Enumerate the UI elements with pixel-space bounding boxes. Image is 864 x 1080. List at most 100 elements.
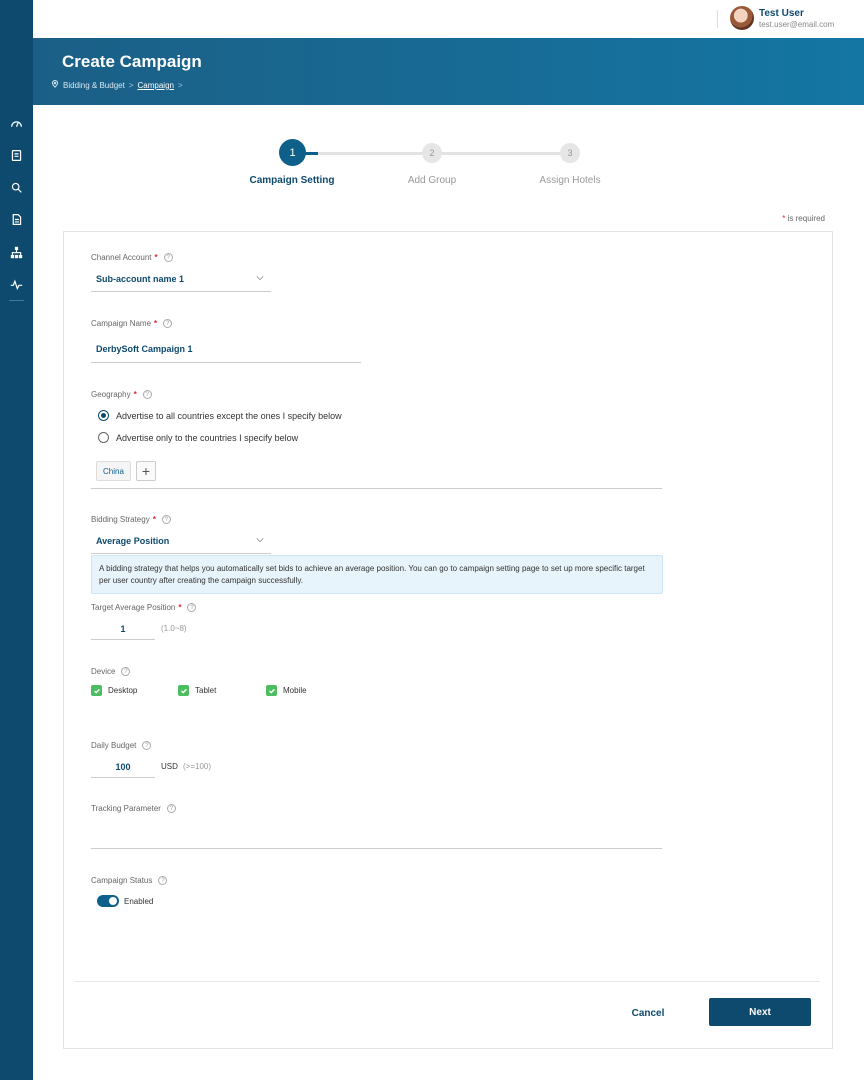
device-mobile-label: Mobile xyxy=(283,686,307,695)
next-button[interactable]: Next xyxy=(709,998,811,1026)
bidding-strategy-select[interactable]: Average Position xyxy=(91,530,271,554)
hierarchy-icon[interactable] xyxy=(9,245,24,260)
channel-account-label-text: Channel Account xyxy=(91,253,152,262)
help-icon[interactable]: ? xyxy=(187,603,197,612)
breadcrumb-item-campaign[interactable]: Campaign xyxy=(138,81,174,90)
top-bar: Test User test.user@email.com xyxy=(33,0,864,38)
help-icon[interactable]: ? xyxy=(161,515,171,524)
required-star: * xyxy=(782,214,786,223)
help-icon[interactable]: ? xyxy=(158,876,168,885)
radio-unselected[interactable] xyxy=(98,432,109,443)
target-position-input[interactable]: 1 xyxy=(91,618,155,640)
help-icon[interactable]: ? xyxy=(142,741,152,750)
user-email: test.user@email.com xyxy=(759,20,835,29)
report-icon[interactable] xyxy=(9,148,24,163)
geography-option-exclude[interactable]: Advertise to all countries except the on… xyxy=(98,410,342,421)
step-2-label[interactable]: Add Group xyxy=(408,175,456,186)
page-title: Create Campaign xyxy=(62,52,202,71)
required-note-text: is required xyxy=(787,214,825,223)
target-position-hint: (1.0~8) xyxy=(161,624,187,633)
target-position-label-text: Target Average Position xyxy=(91,603,176,612)
breadcrumb-separator: > xyxy=(177,80,183,90)
target-position-label: Target Average Position *? xyxy=(91,603,197,612)
help-icon[interactable]: ? xyxy=(163,319,173,328)
daily-budget-hint: (>=100) xyxy=(183,762,212,771)
campaign-name-label: Campaign Name *? xyxy=(91,319,173,328)
device-desktop-label: Desktop xyxy=(108,686,138,695)
step-1-circle[interactable]: 1 xyxy=(279,139,306,166)
device-desktop-checkbox[interactable]: Desktop xyxy=(91,685,137,696)
bidding-strategy-label: Bidding Strategy *? xyxy=(91,515,171,524)
chevron-down-icon xyxy=(256,276,264,281)
step-3-label[interactable]: Assign Hotels xyxy=(539,175,600,186)
device-label: Device? xyxy=(91,667,131,676)
page-header: Create Campaign Bidding & Budget > Campa… xyxy=(33,38,864,105)
radio-selected[interactable] xyxy=(98,410,109,421)
step-3-circle[interactable]: 3 xyxy=(560,143,580,163)
check-icon xyxy=(180,688,187,694)
channel-account-value: Sub-account name 1 xyxy=(96,274,185,284)
avatar[interactable] xyxy=(730,6,754,30)
checkbox-checked[interactable] xyxy=(91,685,102,696)
campaign-status-toggle[interactable] xyxy=(97,895,119,907)
check-icon xyxy=(268,688,275,694)
chevron-down-icon xyxy=(256,538,264,543)
required-star: * xyxy=(154,253,158,262)
required-note: * is required xyxy=(782,214,825,223)
activity-icon[interactable] xyxy=(9,277,24,292)
daily-budget-input[interactable]: 100 xyxy=(91,756,155,778)
bidding-strategy-info: A bidding strategy that helps you automa… xyxy=(91,555,663,594)
device-mobile-checkbox[interactable]: Mobile xyxy=(266,685,307,696)
daily-budget-label: Daily Budget? xyxy=(91,741,152,750)
geography-option-exclude-label: Advertise to all countries except the on… xyxy=(116,410,342,421)
campaign-status-label-text: Campaign Status xyxy=(91,876,153,885)
user-name[interactable]: Test User xyxy=(759,8,804,19)
geography-underline xyxy=(91,488,662,489)
breadcrumb: Bidding & Budget > Campaign > xyxy=(51,80,183,90)
device-label-text: Device xyxy=(91,667,116,676)
bidding-strategy-label-text: Bidding Strategy xyxy=(91,515,150,524)
dashboard-icon[interactable] xyxy=(9,116,24,131)
checkbox-checked[interactable] xyxy=(266,685,277,696)
tracking-parameter-input[interactable] xyxy=(91,826,662,849)
bidding-strategy-value: Average Position xyxy=(96,536,170,546)
search-users-icon[interactable] xyxy=(9,180,24,195)
geography-label-text: Geography xyxy=(91,390,131,399)
location-pin-icon xyxy=(51,80,59,90)
footer-divider xyxy=(75,981,820,982)
required-star: * xyxy=(133,390,137,399)
sidebar xyxy=(0,0,33,1080)
channel-account-select[interactable]: Sub-account name 1 xyxy=(91,268,271,292)
channel-account-label: Channel Account *? xyxy=(91,253,173,262)
breadcrumb-separator: > xyxy=(128,80,134,90)
add-country-button[interactable]: + xyxy=(136,461,156,481)
step-2-circle[interactable]: 2 xyxy=(422,143,442,163)
topbar-separator xyxy=(717,10,718,28)
campaign-status-label: Campaign Status? xyxy=(91,876,168,885)
daily-budget-currency: USD xyxy=(161,762,178,771)
help-icon[interactable]: ? xyxy=(121,667,131,676)
help-icon[interactable]: ? xyxy=(142,390,152,399)
campaign-name-label-text: Campaign Name xyxy=(91,319,152,328)
geography-label: Geography *? xyxy=(91,390,152,399)
tracking-parameter-label-text: Tracking Parameter xyxy=(91,804,161,813)
checkbox-checked[interactable] xyxy=(178,685,189,696)
check-icon xyxy=(93,688,100,694)
device-tablet-checkbox[interactable]: Tablet xyxy=(178,685,216,696)
step-track-line xyxy=(318,152,570,155)
geography-option-include[interactable]: Advertise only to the countries I specif… xyxy=(98,432,298,443)
required-star: * xyxy=(152,515,156,524)
campaign-name-input[interactable]: DerbySoft Campaign 1 xyxy=(91,338,361,363)
help-icon[interactable]: ? xyxy=(166,804,176,813)
step-1-label[interactable]: Campaign Setting xyxy=(249,175,334,186)
breadcrumb-item-bidding[interactable]: Bidding & Budget xyxy=(63,81,125,90)
document-icon[interactable] xyxy=(9,212,24,227)
cancel-button[interactable]: Cancel xyxy=(617,1001,679,1025)
device-tablet-label: Tablet xyxy=(195,686,217,695)
help-icon[interactable]: ? xyxy=(163,253,173,262)
required-star: * xyxy=(178,603,182,612)
daily-budget-label-text: Daily Budget xyxy=(91,741,137,750)
country-chip-china[interactable]: China xyxy=(96,461,131,481)
geography-option-include-label: Advertise only to the countries I specif… xyxy=(116,432,299,443)
campaign-status-value: Enabled xyxy=(124,897,154,906)
